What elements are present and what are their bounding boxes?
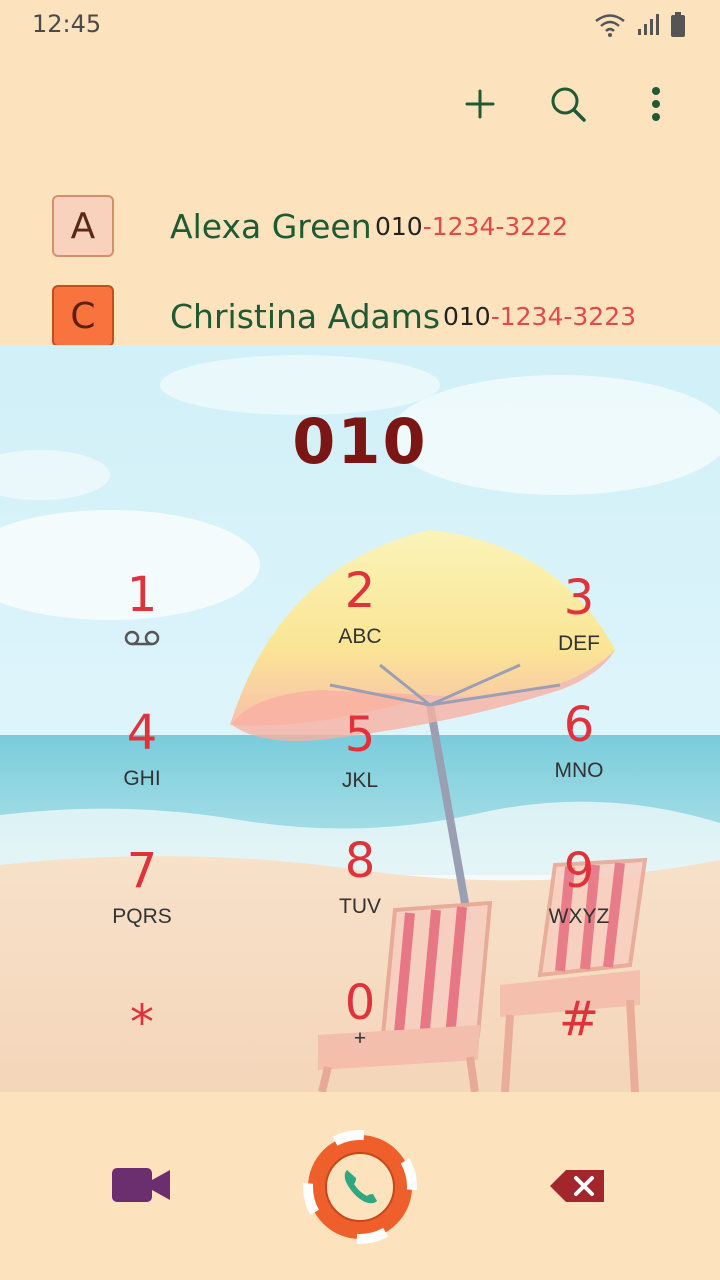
dialed-number-display: 010 [292, 405, 428, 478]
key-digit: * [130, 995, 154, 1051]
contact-row[interactable]: A Alexa Green 010-1234-3222 [0, 186, 720, 266]
more-vertical-icon [652, 87, 660, 121]
key-letters: PQRS [112, 905, 172, 928]
contact-number: 010-1234-3223 [443, 302, 636, 331]
phone-call-icon [303, 1130, 417, 1244]
key-digit: 0 [344, 975, 376, 1031]
contact-name: Alexa Green [170, 206, 372, 246]
battery-icon [671, 12, 685, 37]
contact-number: 010-1234-3222 [375, 212, 568, 241]
key-digit: # [558, 991, 600, 1047]
search-button[interactable] [544, 80, 592, 128]
key-letters: TUV [339, 895, 381, 918]
dial-key-8[interactable]: 8 TUV [280, 833, 440, 943]
dial-key-hash[interactable]: # [499, 991, 659, 1092]
key-digit: 3 [563, 570, 595, 626]
key-digit: 7 [126, 843, 158, 899]
key-digit: 4 [126, 705, 158, 761]
voicemail-icon [62, 629, 222, 653]
status-icons [594, 12, 686, 38]
bottom-action-bar [0, 1092, 720, 1280]
more-options-button[interactable] [632, 80, 680, 128]
contact-letter-badge: A [52, 195, 114, 257]
key-digit: 1 [126, 567, 158, 623]
key-letters: ABC [338, 625, 382, 648]
key-letters: + [353, 1027, 367, 1050]
dial-key-4[interactable]: 4 GHI [62, 705, 222, 815]
key-letters: JKL [341, 769, 379, 792]
dial-key-1[interactable]: 1 [62, 567, 222, 677]
dial-key-6[interactable]: 6 MNO [499, 697, 659, 807]
contact-name: Christina Adams [170, 296, 441, 336]
dial-key-0[interactable]: 0 + [280, 975, 440, 1085]
signal-icon [638, 14, 659, 35]
number-match: 010 [443, 301, 491, 331]
backspace-button[interactable] [548, 1168, 606, 1209]
key-digit: 6 [563, 697, 595, 753]
dial-key-9[interactable]: 9 WXYZ [499, 843, 659, 953]
key-letters: GHI [123, 767, 161, 790]
key-digit: 9 [563, 843, 595, 899]
video-call-icon [112, 1168, 170, 1202]
dial-key-3[interactable]: 3 DEF [499, 570, 659, 680]
key-letters: WXYZ [548, 905, 610, 928]
video-call-button[interactable] [110, 1164, 172, 1211]
toolbar [456, 80, 680, 128]
number-rest: -1234-3222 [422, 211, 569, 241]
search-icon [551, 87, 586, 122]
status-time: 12:45 [32, 10, 102, 38]
call-button[interactable] [303, 1130, 417, 1244]
plus-icon [465, 89, 495, 119]
wifi-icon [595, 14, 625, 37]
status-bar: 12:45 [0, 0, 720, 50]
key-letters: DEF [558, 632, 600, 655]
key-digit: 5 [344, 707, 376, 763]
dialer-panel: 010 1 2 ABC 3 DEF 4 GHI 5 JKL 6 MNO 7 PQ… [0, 345, 720, 1092]
key-digit: 2 [344, 563, 376, 619]
dial-key-5[interactable]: 5 JKL [280, 707, 440, 817]
key-letters: MNO [554, 759, 604, 782]
key-digit: 8 [344, 833, 376, 889]
backspace-icon [550, 1170, 604, 1202]
number-rest: -1234-3223 [490, 301, 637, 331]
add-contact-button[interactable] [456, 80, 504, 128]
contact-row[interactable]: C Christina Adams 010-1234-3223 [0, 276, 720, 356]
dial-key-star[interactable]: * [62, 995, 222, 1092]
dial-key-2[interactable]: 2 ABC [280, 563, 440, 673]
contact-letter-badge: C [52, 285, 114, 347]
number-match: 010 [375, 211, 423, 241]
dial-key-7[interactable]: 7 PQRS [62, 843, 222, 953]
